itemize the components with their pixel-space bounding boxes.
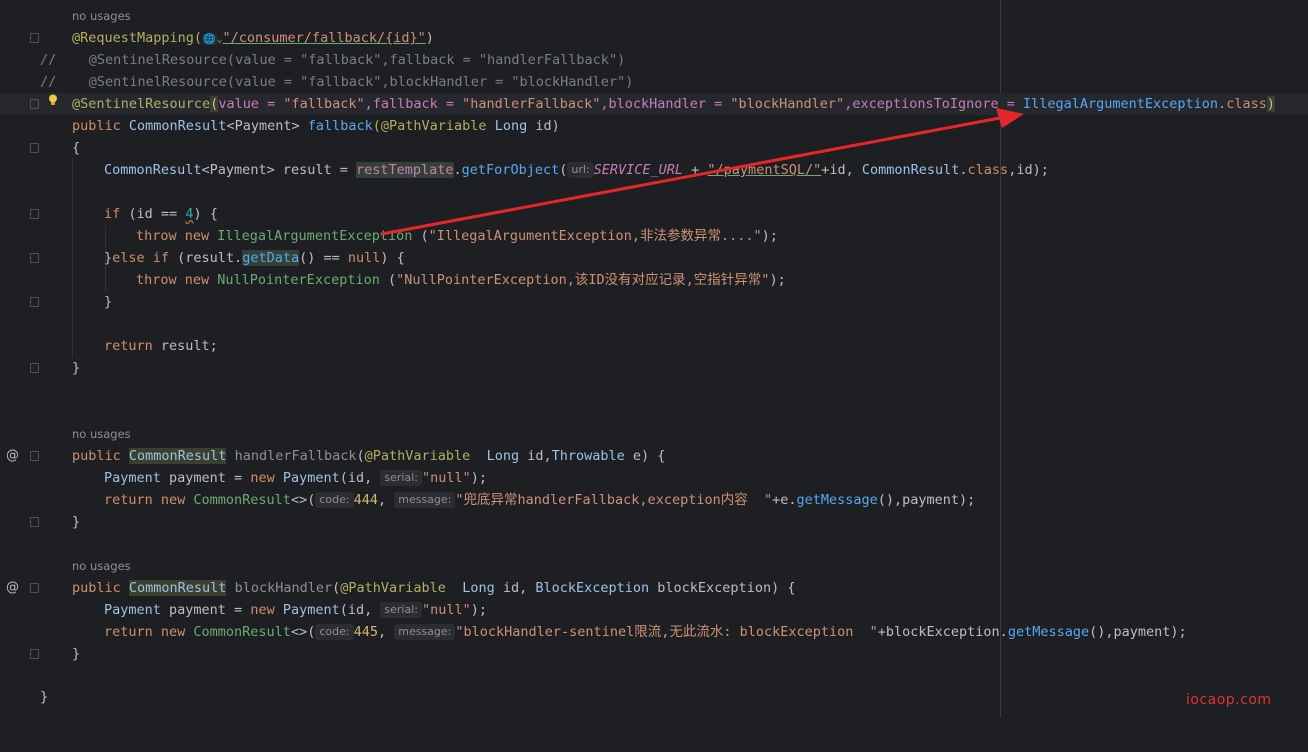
fold-marker-icon[interactable] (30, 363, 39, 373)
override-marker-icon[interactable]: @ (6, 577, 19, 599)
code-line[interactable]: // @SentinelResource(value = "fallback",… (0, 71, 1308, 93)
code-line[interactable]: } (0, 643, 1308, 665)
watermark: iocaop.com (1186, 692, 1272, 708)
fold-marker-icon[interactable] (30, 33, 39, 43)
override-marker-icon[interactable]: @ (6, 445, 19, 467)
code-line[interactable]: Payment payment = new Payment(id, serial… (0, 467, 1308, 489)
fold-marker-icon[interactable] (30, 297, 39, 307)
code-line[interactable]: { (0, 137, 1308, 159)
method-name: fallback (307, 118, 373, 134)
code-line[interactable]: throw new IllegalArgumentException ("Ill… (0, 225, 1308, 247)
code-line[interactable]: public CommonResult<Payment> fallback(@P… (0, 115, 1308, 137)
code-line[interactable]: return new CommonResult<>(code: 444, mess… (0, 489, 1308, 511)
code-line[interactable]: } (0, 511, 1308, 533)
globe-icon[interactable]: 🌐 (202, 34, 217, 45)
fold-marker-icon[interactable] (30, 583, 39, 593)
comment-line: // @SentinelResource(value = "fallback",… (40, 52, 626, 68)
usages-hint[interactable]: no usages (72, 9, 131, 23)
method-name: blockHandler (226, 580, 333, 596)
fold-marker-icon[interactable] (30, 99, 39, 109)
code-line[interactable]: return new CommonResult<>(code: 445, mess… (0, 621, 1308, 643)
code-line[interactable]: throw new NullPointerException ("NullPoi… (0, 269, 1308, 291)
url-string: "/consumer/fallback/{id}" (222, 30, 426, 46)
comment-line: // @SentinelResource(value = "fallback",… (40, 74, 634, 90)
method-name: handlerFallback (226, 448, 357, 464)
code-line[interactable]: } (0, 291, 1308, 313)
code-line[interactable]: @RequestMapping(🌐⌄"/consumer/fallback/{i… (0, 27, 1308, 49)
code-line[interactable]: @ public CommonResult handlerFallback(@P… (0, 445, 1308, 467)
exception-class-ref[interactable]: IllegalArgumentException (1023, 96, 1218, 112)
code-line[interactable]: @ public CommonResult blockHandler(@Path… (0, 577, 1308, 599)
code-line[interactable]: return result; (0, 335, 1308, 357)
fold-marker-icon[interactable] (30, 253, 39, 263)
code-editor[interactable]: no usages @RequestMapping(🌐⌄"/consumer/f… (0, 0, 1308, 718)
param-hint: serial: (380, 602, 422, 618)
fold-marker-icon[interactable] (30, 209, 39, 219)
code-line[interactable]: } (0, 686, 1308, 708)
annotation: @RequestMapping( (72, 30, 203, 46)
param-hint: message: (394, 492, 456, 508)
code-line[interactable]: if (id == 4) { (0, 203, 1308, 225)
code-line-current[interactable]: @SentinelResource(value = "fallback",fal… (0, 93, 1308, 115)
code-line[interactable]: Payment payment = new Payment(id, serial… (0, 599, 1308, 621)
fold-marker-icon[interactable] (30, 649, 39, 659)
param-hint: url: (567, 162, 594, 178)
fold-marker-icon[interactable] (30, 451, 39, 461)
fold-marker-icon[interactable] (30, 517, 39, 527)
param-hint: serial: (380, 470, 422, 486)
code-line[interactable]: }else if (result.getData() == null) { (0, 247, 1308, 269)
usages-hint[interactable]: no usages (72, 427, 131, 441)
lightbulb-icon[interactable] (48, 94, 58, 106)
code-line[interactable]: CommonResult<Payment> result = restTempl… (0, 159, 1308, 181)
code-line[interactable]: } (0, 357, 1308, 379)
param-hint: code: (315, 492, 354, 508)
fold-marker-icon[interactable] (30, 143, 39, 153)
param-hint: code: (315, 624, 354, 640)
usages-hint[interactable]: no usages (72, 559, 131, 573)
param-hint: message: (394, 624, 456, 640)
code-line[interactable]: // @SentinelResource(value = "fallback",… (0, 49, 1308, 71)
